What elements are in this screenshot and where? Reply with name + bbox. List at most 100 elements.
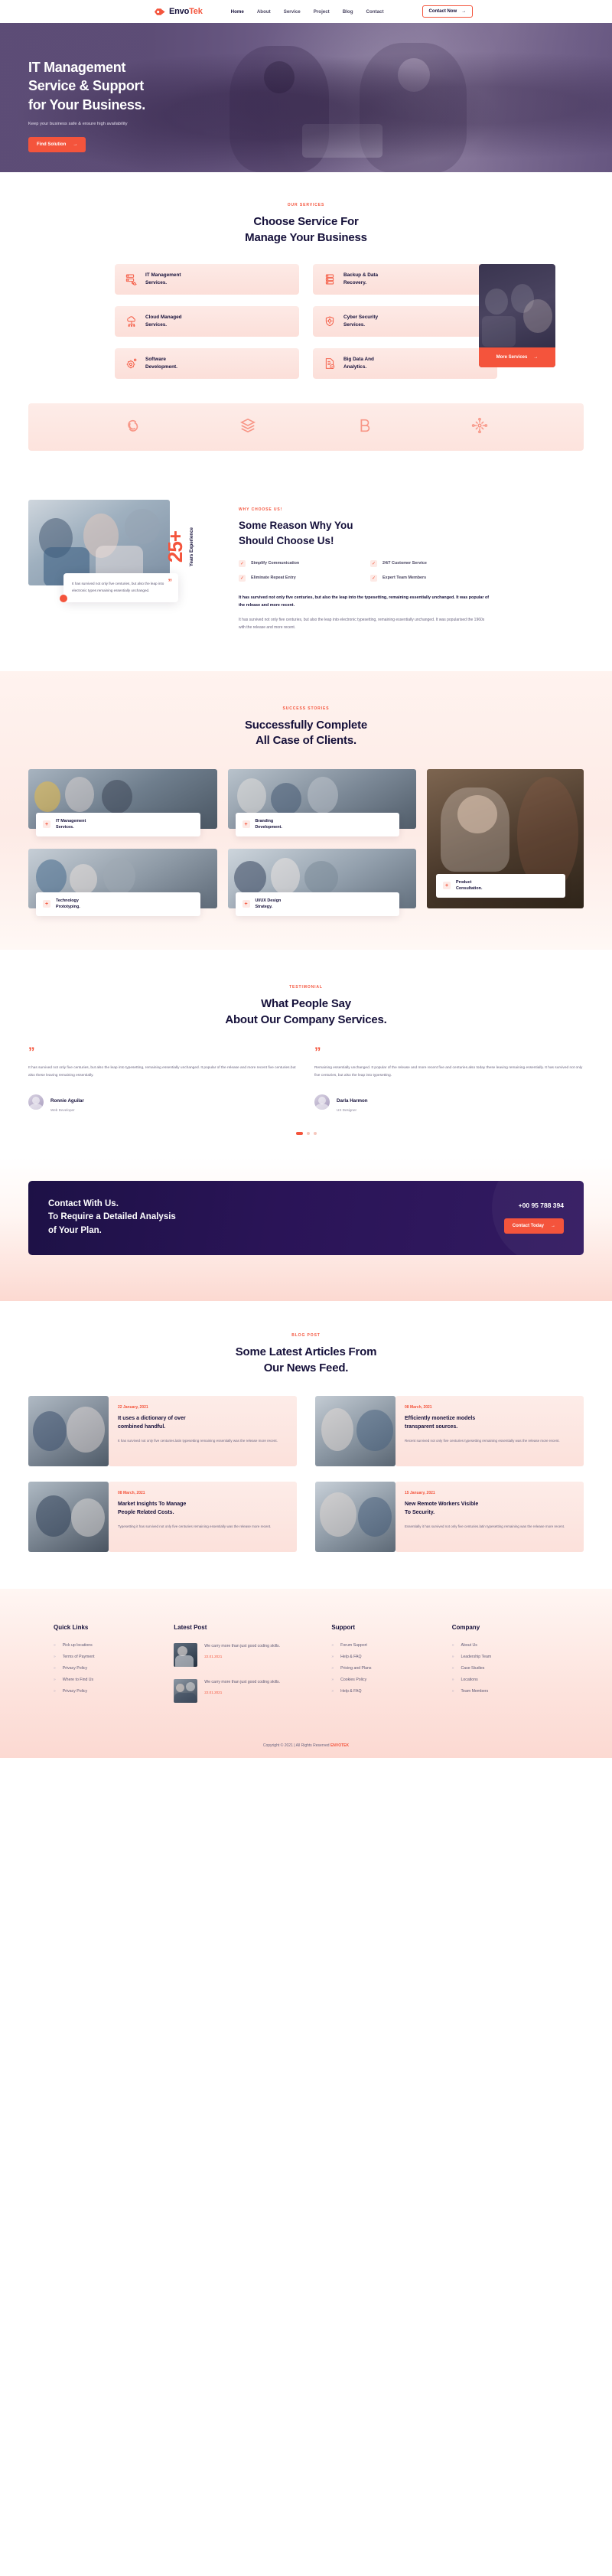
footer-link[interactable]: Help & FAQ [340,1655,361,1659]
nav-item-project[interactable]: Project [314,9,330,15]
chevron-right-icon: » [331,1666,334,1671]
more-services-button[interactable]: More Services → [479,347,555,368]
footer-link-item[interactable]: » Case Studies [452,1666,558,1671]
service-card[interactable]: IT Management Services. [115,264,299,295]
footer-link[interactable]: Privacy Policy [63,1689,87,1694]
blog-photo [315,1396,396,1467]
footer-link-item[interactable]: » Where to Find Us [54,1678,160,1682]
feature-item: ✓ Eliminate Repeat Entry [239,574,360,582]
service-card[interactable]: Cyber Security Services. [313,306,497,337]
testimonials-title-line1: What People Say [261,997,351,1011]
footer-link-item[interactable]: » Help & FAQ [331,1655,438,1659]
footer-post-item[interactable]: We carry more than just good coding skil… [174,1679,317,1704]
blog-card[interactable]: 22 January, 2021 It uses a dictionary of… [28,1396,297,1467]
gear-code-icon [125,357,138,370]
footer-link-item[interactable]: » Pick up locations [54,1643,160,1648]
nav-item-blog[interactable]: Blog [343,9,353,15]
footer-link[interactable]: About Us [461,1643,477,1648]
services-eyebrow: OUR SERVICES [287,203,325,207]
chevron-right-icon: » [54,1643,56,1648]
contact-title-line3: of Your Plan. [48,1226,102,1236]
footer-link[interactable]: Team Members [461,1689,488,1694]
cases-title-line1: Successfully Complete [244,718,368,732]
footer-link-item[interactable]: » Help & FAQ [331,1689,438,1694]
footer-link-item[interactable]: » About Us [452,1643,558,1648]
copyright-text: Copyright © 2021 | All Rights Reserved [262,1743,330,1749]
footer-link-item[interactable]: » Team Members [452,1689,558,1694]
footer-link-item[interactable]: » Privacy Policy [54,1689,160,1694]
footer-link[interactable]: Case Studies [461,1666,484,1671]
main-nav: Home About Service Project Blog Contact [231,9,384,15]
footer-link-item[interactable]: » Privacy Policy [54,1666,160,1671]
footer-link[interactable]: Leadership Team [461,1655,491,1659]
pagination-dot[interactable] [313,1131,317,1135]
footer-link-item[interactable]: » Pricing and Plans [331,1666,438,1671]
footer-link[interactable]: Privacy Policy [63,1666,87,1671]
feature-item: ✓ Expert Team Members [370,574,491,582]
pagination-dot-active[interactable] [295,1131,303,1135]
nav-item-service[interactable]: Service [284,9,301,15]
testimonial-author: Ronnie Aguilar Web Developer [28,1092,298,1112]
testimonials-section: TESTIMONIAL What People Say About Our Co… [0,950,612,1158]
blog-card[interactable]: 15 January, 2021 New Remote Workers Visi… [315,1482,584,1553]
footer-link[interactable]: Pick up locations [63,1643,93,1648]
case-item[interactable]: + IT Management Services. [28,769,217,837]
case-label: UI/UX Design Strategy. [256,898,282,911]
case-label: IT Management Services. [56,818,86,831]
blog-body: 22 January, 2021 It uses a dictionary of… [109,1396,297,1467]
blog-date: 22 January, 2021 [118,1405,148,1410]
find-solution-button[interactable]: Find Solution → [28,137,86,153]
blog-photo [315,1482,396,1553]
footer-link[interactable]: Help & FAQ [340,1689,361,1694]
service-label-line1: Backup & Data [343,272,379,279]
footer-column-quick-links: Quick Links » Pick up locations » Terms of… [54,1624,160,1703]
contact-phone[interactable]: +00 95 788 394 [504,1202,564,1209]
footer-link-item[interactable]: » Terms of Payment [54,1655,160,1659]
footer-link[interactable]: Terms of Payment [63,1655,95,1659]
case-label: Product Consultation. [456,879,482,892]
footer-link-item[interactable]: » Leadership Team [452,1655,558,1659]
footer-link-item[interactable]: » Cookies Policy [331,1678,438,1682]
footer-link[interactable]: Cookies Policy [340,1678,366,1682]
contact-today-button[interactable]: Contact Today → [503,1218,564,1234]
blog-date: 15 January, 2021 [405,1491,435,1496]
service-card[interactable]: Backup & Data Recovery. [313,264,497,295]
footer-link[interactable]: Where to Find Us [63,1678,93,1682]
site-header: EnvoTek Home About Service Project Blog … [0,0,612,23]
service-label-line2: Development. [145,364,177,370]
nav-item-contact[interactable]: Contact [366,9,383,15]
service-card[interactable]: Big Data And Analytics. [313,348,497,380]
footer-link[interactable]: Forum Support [340,1643,367,1648]
experience-label: Years Experience [189,527,194,566]
case-label-line1: IT Management [56,818,86,823]
testimonial-pagination[interactable] [0,1131,612,1135]
footer-link[interactable]: Locations [461,1678,477,1682]
check-icon: ✓ [370,574,377,582]
footer-link[interactable]: Pricing and Plans [340,1666,371,1671]
blog-card[interactable]: 08 March, 2021 Market Insights To Manage… [28,1482,297,1553]
pagination-dot[interactable] [306,1131,310,1135]
quote-mark-icon: ” [28,1045,35,1060]
footer-post-item[interactable]: We carry more than just good coding skil… [174,1643,317,1668]
service-label-line1: IT Management [145,272,181,279]
blog-card[interactable]: 08 March, 2021 Efficiently monetize mode… [315,1396,584,1467]
nav-item-home[interactable]: Home [231,9,244,15]
contact-now-button[interactable]: Contact Now → [422,5,474,18]
nav-item-about[interactable]: About [257,9,271,15]
contact-title-line2: To Require a Detailed Analysis [48,1212,176,1222]
blog-date: 08 March, 2021 [405,1405,432,1410]
service-card-label: Cloud Managed Services. [145,314,182,330]
case-item[interactable]: + Technology Prototyping. [28,849,217,917]
case-item[interactable]: + UI/UX Design Strategy. [227,849,416,917]
service-card[interactable]: Cloud Managed Services. [115,306,299,337]
footer-post-date: 22.01.2021 [204,1690,223,1694]
blog-post-title: New Remote Workers Visible To Security. [405,1501,575,1518]
case-item[interactable]: + Branding Development. [227,769,416,837]
brand-logo[interactable]: EnvoTek [154,7,203,16]
case-item-featured[interactable]: + Product Consultation. [427,769,584,909]
footer-link-item[interactable]: » Locations [452,1678,558,1682]
service-card[interactable]: Software Development. [115,348,299,380]
footer-link-item[interactable]: » Forum Support [331,1643,438,1648]
chevron-right-icon: » [331,1655,334,1660]
hero-title: IT Management Service & Support for Your… [28,58,612,114]
